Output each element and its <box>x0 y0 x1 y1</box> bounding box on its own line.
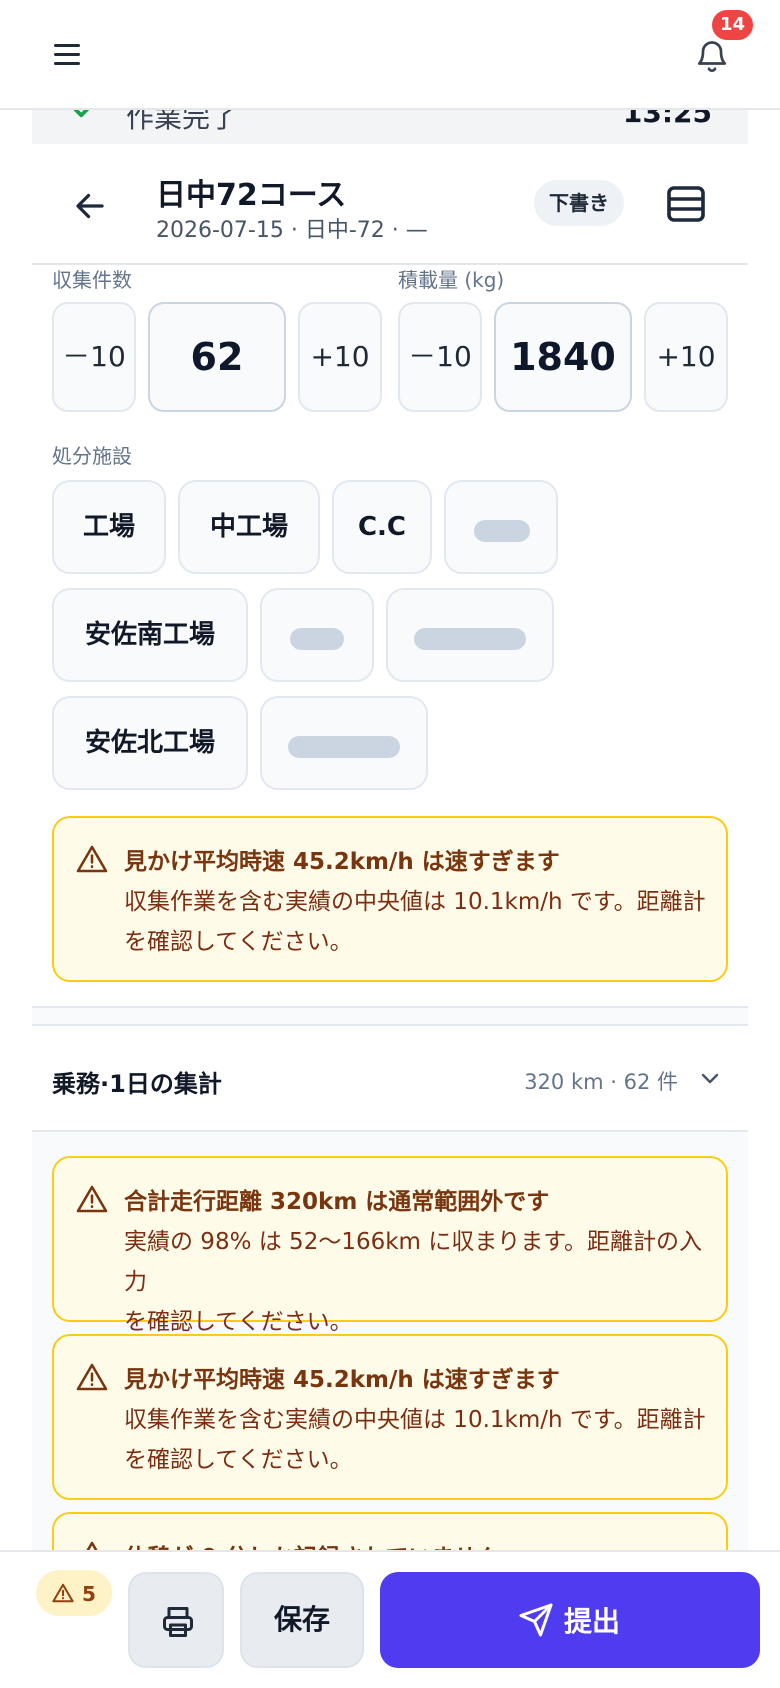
status-badge: 下書き <box>534 180 624 226</box>
facility-option[interactable]: 安佐北工場 <box>52 696 248 790</box>
warning-icon <box>76 1363 108 1391</box>
summary-meta: 320 km · 62 件 <box>524 1070 678 1094</box>
facility-option[interactable]: 安佐南工場 <box>52 588 248 682</box>
facility-option-placeholder[interactable] <box>444 480 558 574</box>
summary-title: 乗務·1日の集計 <box>52 1070 222 1098</box>
submit-button[interactable]: 提出 <box>380 1572 760 1668</box>
alert-body: 収集作業を含む実績の中央値は 10.1km/h です。距離計 を確認してください… <box>124 889 706 955</box>
load-minus-button[interactable]: －10 <box>398 302 482 412</box>
alert-body: 収集作業を含む実績の中央値は 10.1km/h です。距離計 を確認してください… <box>124 1407 706 1473</box>
chevron-down-icon <box>701 1073 719 1084</box>
alert-title: 見かけ平均時速 45.2km/h は速すぎます <box>124 849 560 875</box>
alert-title: 合計走行距離 320km は通常範囲外です <box>124 1189 550 1215</box>
warning-icon <box>52 1583 74 1603</box>
list-view-icon[interactable] <box>662 180 710 228</box>
alert-body: 実績の 98% は 52〜166km に収まります。距離計の入力 を確認してくだ… <box>124 1229 702 1335</box>
notification-badge: 14 <box>712 10 754 40</box>
submit-label: 提出 <box>564 1605 621 1638</box>
warning-count-pill[interactable]: 5 <box>36 1570 112 1616</box>
facility-option[interactable]: 中工場 <box>178 480 320 574</box>
daily-summary-header[interactable]: 乗務·1日の集計 320 km · 62 件 <box>32 1026 748 1132</box>
section-divider <box>32 1006 748 1026</box>
facility-option[interactable]: C.C <box>332 480 432 574</box>
route-subtitle: 2026-07-15 · 日中-72 · — <box>156 218 428 243</box>
load-weight-label: 積載量 (kg) <box>398 268 505 292</box>
printer-icon <box>163 1607 193 1637</box>
load-plus-button[interactable]: +10 <box>644 302 728 412</box>
bell-icon[interactable] <box>694 36 730 76</box>
previous-step-label: 作業完了 <box>126 110 239 134</box>
route-title: 日中72コース <box>156 178 347 213</box>
skeleton-bar <box>288 736 400 758</box>
check-icon <box>73 110 90 118</box>
previous-step-time: 13:25 <box>622 110 712 129</box>
distance-warning-alert: 合計走行距離 320km は通常範囲外です 実績の 98% は 52〜166km… <box>52 1156 728 1335</box>
warning-icon <box>76 845 108 873</box>
send-icon <box>519 1603 553 1637</box>
facility-option-placeholder[interactable] <box>386 588 554 682</box>
route-header: 日中72コース 2026-07-15 · 日中-72 · — 下書き <box>32 150 748 265</box>
speed-warning-alert: 見かけ平均時速 45.2km/h は速すぎます 収集作業を含む実績の中央値は 1… <box>52 1334 728 1500</box>
collection-count-value[interactable]: 62 <box>148 302 286 412</box>
load-weight-value[interactable]: 1840 <box>494 302 632 412</box>
back-arrow-icon[interactable] <box>72 188 108 224</box>
skeleton-bar <box>414 628 526 650</box>
previous-step-row: 作業完了 13:25 <box>32 110 748 144</box>
top-app-bar <box>0 0 780 110</box>
skeleton-bar <box>474 520 530 542</box>
save-button[interactable]: 保存 <box>240 1572 364 1668</box>
collection-plus-button[interactable]: +10 <box>298 302 382 412</box>
warning-count: 5 <box>82 1582 96 1606</box>
collection-minus-button[interactable]: －10 <box>52 302 136 412</box>
facility-option-placeholder[interactable] <box>260 696 428 790</box>
menu-icon[interactable] <box>54 44 82 66</box>
facilities-label: 処分施設 <box>52 444 132 468</box>
print-button[interactable] <box>128 1572 224 1668</box>
alert-title: 見かけ平均時速 45.2km/h は速すぎます <box>124 1367 560 1393</box>
warning-icon <box>76 1185 108 1213</box>
skeleton-bar <box>290 628 344 650</box>
speed-warning-alert: 見かけ平均時速 45.2km/h は速すぎます 収集作業を含む実績の中央値は 1… <box>52 816 728 982</box>
facility-option-placeholder[interactable] <box>260 588 374 682</box>
collection-count-label: 収集件数 <box>52 268 132 292</box>
facility-option[interactable]: 工場 <box>52 480 166 574</box>
